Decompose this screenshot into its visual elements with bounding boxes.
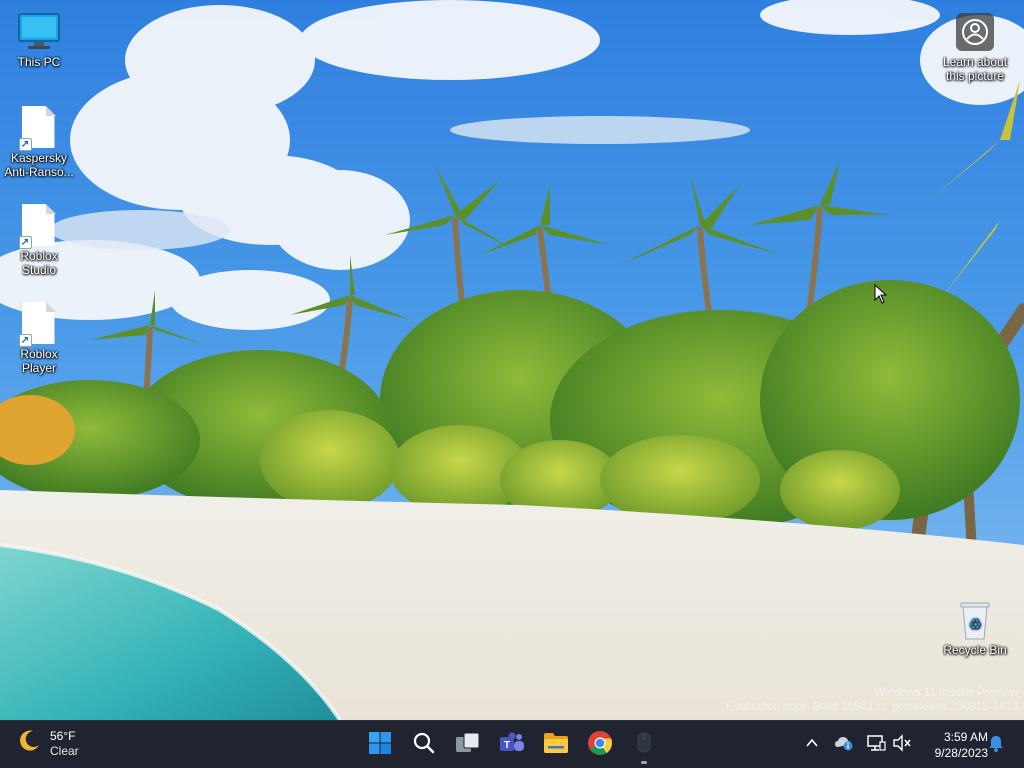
network-icon bbox=[866, 734, 886, 757]
svg-text:♻: ♻ bbox=[969, 617, 982, 633]
desktop-icon-learn-about-picture[interactable]: Learn about this picture bbox=[936, 10, 1014, 84]
task-view-icon bbox=[455, 731, 481, 760]
weather-widget[interactable]: 56°F Clear bbox=[16, 728, 79, 759]
cloud-info-icon bbox=[834, 735, 854, 756]
mouse-icon bbox=[634, 731, 654, 760]
watermark-line-2: Evaluation copy. Build 25951.rs_prerelea… bbox=[726, 701, 1018, 713]
show-hidden-icons-button[interactable] bbox=[802, 735, 822, 755]
desktop-icon-label: Roblox Player bbox=[20, 347, 58, 375]
desktop-icon-kaspersky[interactable]: ↗ Kaspersky Anti-Ranso... bbox=[0, 106, 78, 180]
monitor-icon bbox=[0, 10, 78, 54]
weather-condition: Clear bbox=[50, 743, 79, 758]
desktop-icon-label: This PC bbox=[17, 55, 61, 69]
teams-icon: T bbox=[499, 731, 525, 760]
windows-watermark: Windows 11 Insider Preview Evaluation co… bbox=[726, 686, 1018, 714]
desktop-icon-this-pc[interactable]: This PC bbox=[0, 10, 78, 70]
camera-circle-icon bbox=[936, 10, 1014, 54]
bell-icon bbox=[987, 734, 1005, 757]
clock-date: 9/28/2023 bbox=[934, 746, 988, 760]
speaker-muted-icon bbox=[892, 733, 912, 757]
search-icon bbox=[412, 731, 436, 760]
file-explorer-button[interactable] bbox=[536, 725, 576, 765]
watermark-line-1: Windows 11 Insider Preview bbox=[874, 687, 1018, 699]
file-shortcut-icon: ↗ bbox=[0, 204, 78, 249]
taskbar-clock[interactable]: 3:59 AM 9/28/2023 bbox=[935, 729, 988, 761]
desktop-icon-label: Learn about this picture bbox=[942, 55, 1008, 83]
desktop-icon-roblox-studio[interactable]: ↗ Roblox Studio bbox=[0, 204, 78, 278]
file-explorer-icon bbox=[543, 732, 569, 759]
mouse-app-button[interactable] bbox=[624, 725, 664, 765]
clock-time: 3:59 AM bbox=[943, 730, 988, 744]
notifications-button[interactable] bbox=[986, 735, 1006, 755]
start-button[interactable] bbox=[360, 725, 400, 765]
desktop-icon-recycle-bin[interactable]: ♻ Recycle Bin bbox=[936, 598, 1014, 658]
onedrive-tray-button[interactable] bbox=[834, 735, 854, 755]
windows-start-icon bbox=[368, 731, 392, 760]
volume-tray-button[interactable] bbox=[892, 733, 912, 757]
task-view-button[interactable] bbox=[448, 725, 488, 765]
svg-text:T: T bbox=[504, 740, 510, 751]
chrome-button[interactable] bbox=[580, 725, 620, 765]
desktop-icon-roblox-player[interactable]: ↗ Roblox Player bbox=[0, 302, 78, 376]
running-indicator bbox=[641, 761, 647, 764]
desktop-icon-label: Kaspersky Anti-Ranso... bbox=[4, 151, 74, 179]
chevron-up-icon bbox=[805, 736, 819, 755]
file-shortcut-icon: ↗ bbox=[0, 106, 78, 151]
taskbar: 56°F Clear T 3:59 AM 9/28/2023 bbox=[0, 720, 1024, 768]
moon-icon bbox=[16, 728, 42, 759]
recycle-bin-icon: ♻ bbox=[936, 598, 1014, 642]
search-button[interactable] bbox=[404, 725, 444, 765]
weather-temperature: 56°F bbox=[50, 728, 76, 743]
desktop-icon-label: Recycle Bin bbox=[943, 643, 1007, 657]
chrome-icon bbox=[587, 730, 613, 761]
teams-button[interactable]: T bbox=[492, 725, 532, 765]
desktop-wallpaper bbox=[0, 0, 1024, 720]
file-shortcut-icon: ↗ bbox=[0, 302, 78, 347]
desktop-icon-label: Roblox Studio bbox=[20, 249, 58, 277]
network-tray-button[interactable] bbox=[866, 734, 886, 757]
